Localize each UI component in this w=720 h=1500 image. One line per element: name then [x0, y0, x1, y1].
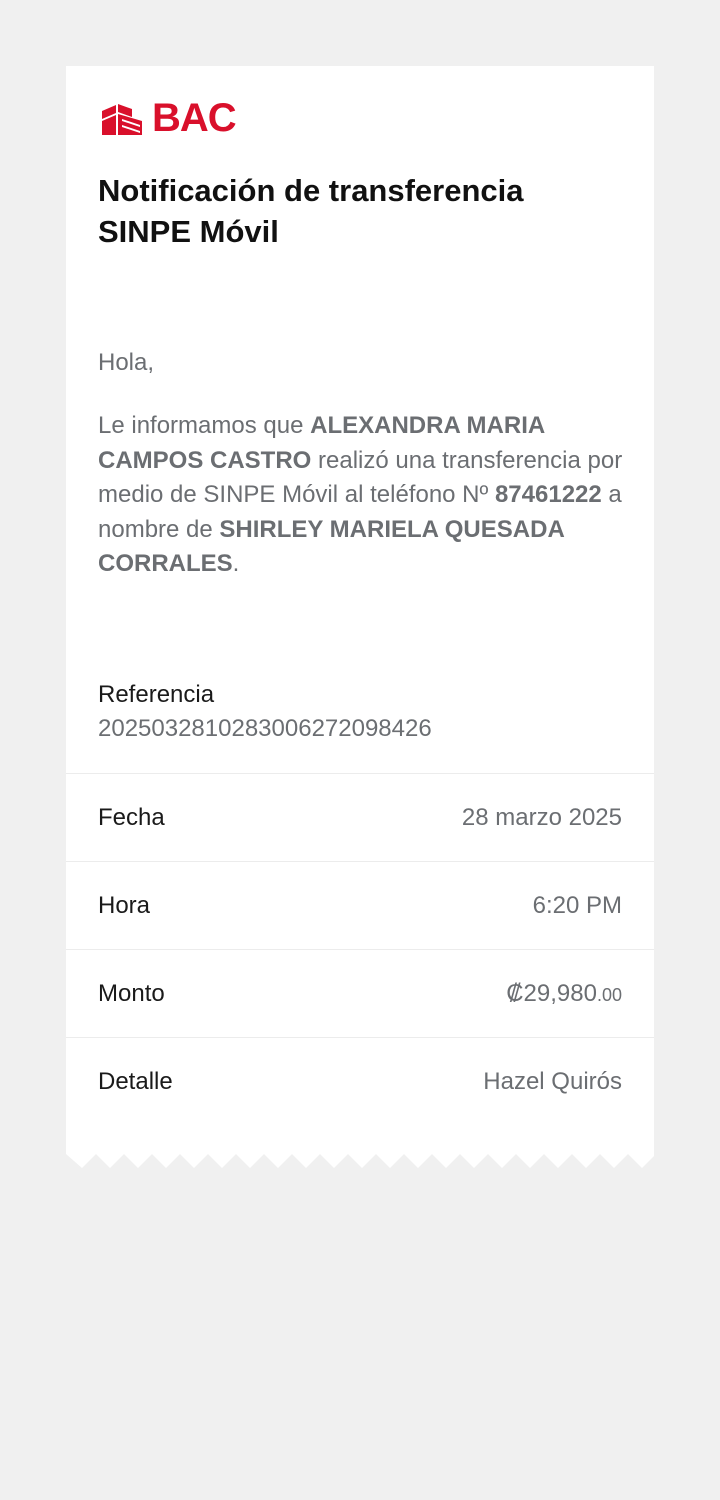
time-value: 6:20 PM	[532, 891, 622, 919]
reference-label: Referencia	[98, 681, 215, 708]
date-label: Fecha	[98, 803, 165, 831]
bac-logo-icon	[102, 104, 142, 135]
amount-main: ₡29,980	[506, 979, 597, 1007]
receipt-card: BAC Notificación de transferencia SINPE …	[66, 66, 654, 1154]
brand-logo: BAC	[102, 96, 237, 140]
time-label: Hora	[98, 891, 151, 919]
brand-name: BAC	[152, 96, 237, 140]
date-value: 28 marzo 2025	[461, 803, 622, 831]
greeting-text: Hola,	[98, 349, 155, 376]
time-row: Hora 6:20 PM	[66, 861, 654, 949]
page-title: Notificación de transferencia SINPE Móvi…	[98, 173, 524, 249]
reference-block: Referencia 2025032810283006272098426	[98, 678, 622, 746]
amount-row: Monto ₡29,980.00	[66, 949, 654, 1037]
details-list: Fecha 28 marzo 2025 Hora 6:20 PM Monto ₡…	[66, 773, 654, 1125]
detail-value: Hazel Quirós	[483, 1067, 622, 1095]
phone-number: 87461222	[494, 481, 602, 508]
amount-value: ₡29,980.00	[506, 980, 622, 1008]
message-text: Le informamos que	[98, 412, 311, 439]
reference-value: 2025032810283006272098426	[98, 715, 432, 742]
detail-row: Detalle Hazel Quirós	[66, 1037, 654, 1125]
receipt-torn-edge	[66, 1152, 654, 1168]
transfer-message: Le informamos que ALEXANDRA MARIA CAMPOS…	[98, 409, 624, 582]
message-text: .	[232, 550, 240, 577]
date-row: Fecha 28 marzo 2025	[66, 773, 654, 861]
amount-cents: .00	[596, 984, 622, 1005]
amount-label: Monto	[98, 979, 165, 1007]
detail-label: Detalle	[98, 1067, 173, 1095]
